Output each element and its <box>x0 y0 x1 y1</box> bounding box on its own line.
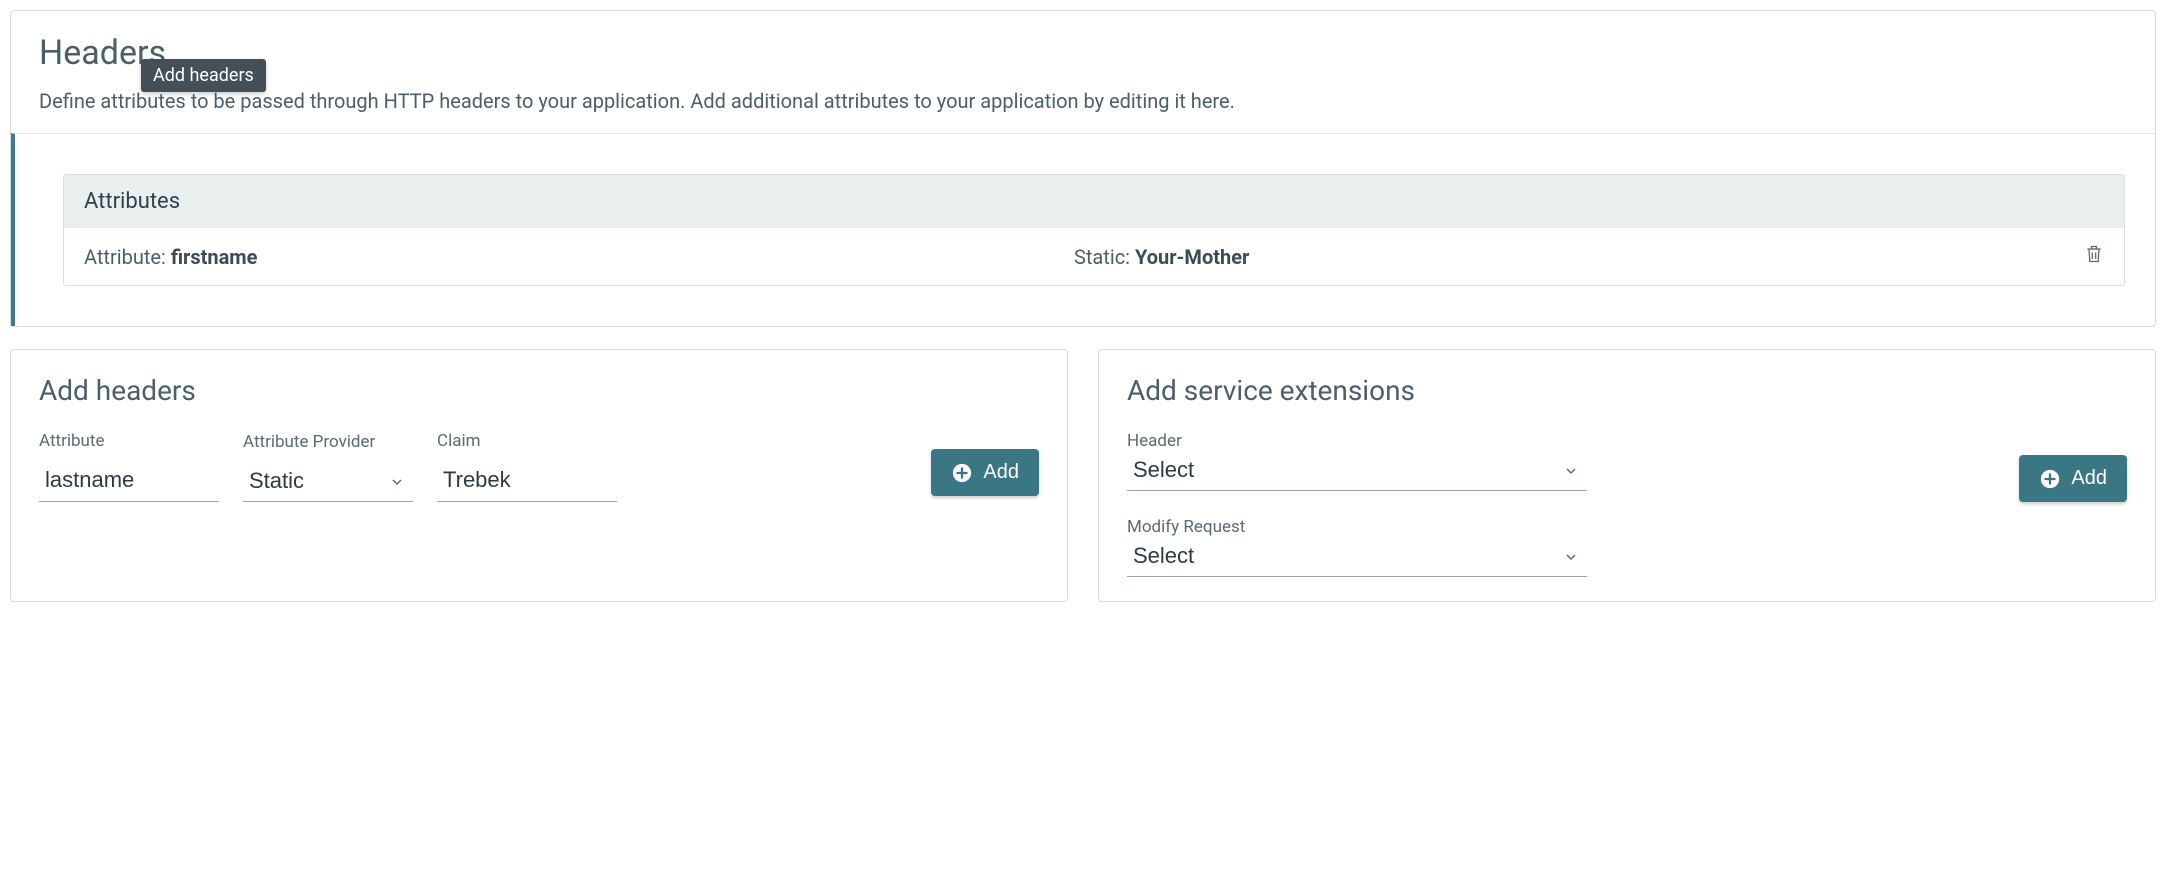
add-headers-title: Add headers <box>39 374 1039 407</box>
delete-button[interactable] <box>2084 242 2104 269</box>
ext-modify-label: Modify Request <box>1127 517 1245 537</box>
trash-icon <box>2084 242 2104 266</box>
attributes-table: Attributes Attribute: firstname Static: … <box>63 174 2125 286</box>
add-extensions-card: Add service extensions Header Select M <box>1098 349 2156 602</box>
two-column-row: Add headers Attribute Attribute Provider… <box>10 349 2156 602</box>
attribute-cell: Attribute: firstname <box>84 245 1074 269</box>
section-description: Define attributes to be passed through H… <box>39 87 2127 115</box>
provider-select[interactable]: Static <box>243 462 413 502</box>
static-label: Static: <box>1074 245 1135 269</box>
add-headers-card: Add headers Attribute Attribute Provider… <box>10 349 1068 602</box>
add-extension-button[interactable]: Add <box>2019 455 2127 502</box>
attribute-field-label: Attribute <box>39 431 219 451</box>
add-button-label: Add <box>2071 467 2107 490</box>
attribute-label: Attribute: <box>84 245 171 269</box>
attribute-value: firstname <box>171 245 258 269</box>
add-extensions-title: Add service extensions <box>1127 374 2127 407</box>
headers-section-card: Headers Add headers Define attributes to… <box>10 10 2156 327</box>
attributes-panel: Attributes Attribute: firstname Static: … <box>11 133 2155 326</box>
static-value: Your-Mother <box>1135 245 1249 269</box>
table-row: Attribute: firstname Static: Your-Mother <box>64 228 2124 285</box>
plus-circle-icon <box>951 462 973 484</box>
ext-modify-select[interactable]: Select <box>1127 537 1587 577</box>
ext-header-label: Header <box>1127 431 1182 451</box>
plus-circle-icon <box>2039 468 2061 490</box>
add-headers-tooltip: Add headers <box>141 59 266 92</box>
static-cell: Static: Your-Mother <box>1074 245 2064 269</box>
section-title: Headers <box>39 33 2127 73</box>
add-headers-form: Attribute Attribute Provider Static Clai… <box>39 431 1039 502</box>
add-button-label: Add <box>983 461 1019 484</box>
ext-header-select[interactable]: Select <box>1127 451 1587 491</box>
attributes-table-header: Attributes <box>64 175 2124 228</box>
claim-input[interactable] <box>437 461 617 502</box>
section-head: Headers Add headers Define attributes to… <box>11 11 2155 133</box>
provider-field-label: Attribute Provider <box>243 432 413 452</box>
add-header-button[interactable]: Add <box>931 449 1039 496</box>
claim-field-label: Claim <box>437 431 617 451</box>
attribute-input[interactable] <box>39 461 219 502</box>
